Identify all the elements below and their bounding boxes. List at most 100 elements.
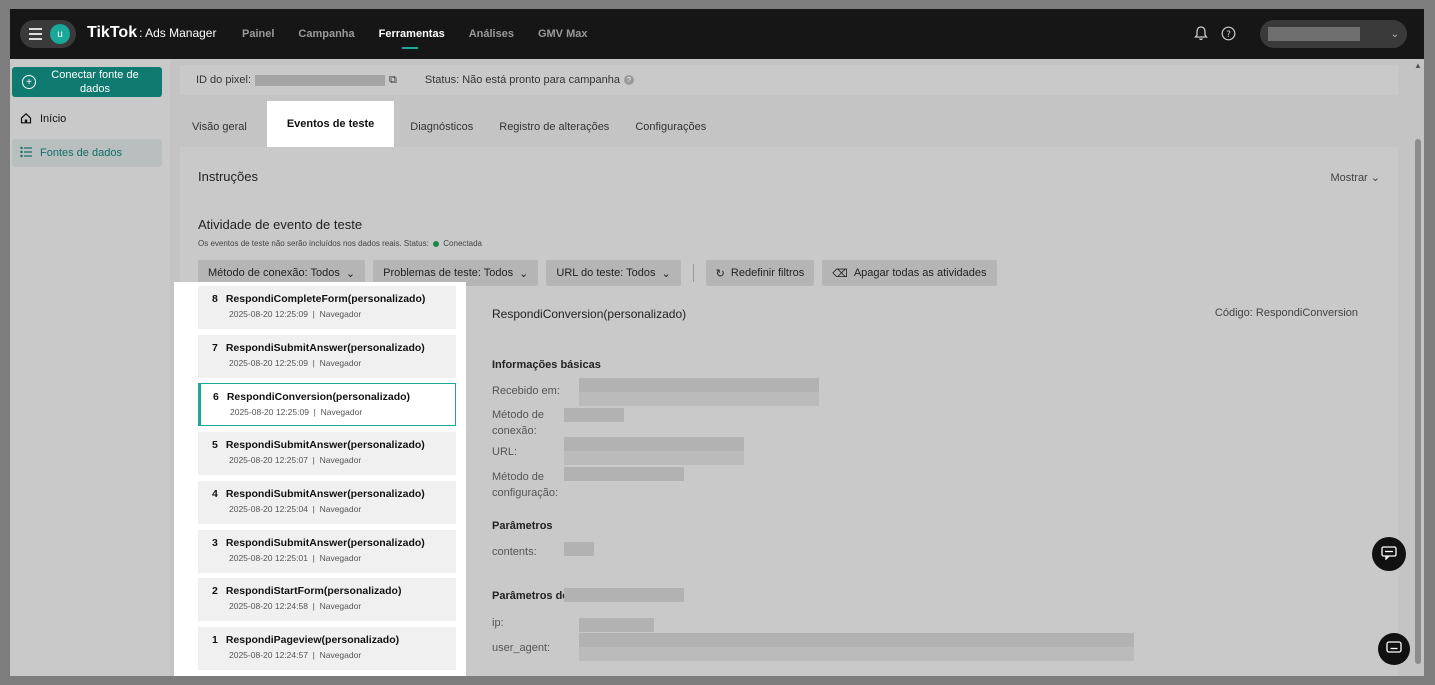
list-item[interactable]: 2 RespondiStartForm(personalizado) 2025-0… [198,578,456,621]
event-number: 8 [212,293,218,305]
plus-icon: + [22,75,36,89]
event-code: Código: RespondiConversion [1214,307,1358,319]
nav-analises[interactable]: Análises [469,9,514,59]
event-name: 4 RespondiSubmitAnswer(personalizado) [212,488,456,500]
clear-activities-label: Apagar todas as atividades [853,267,987,279]
tab-eventos-de-teste[interactable]: Eventos de teste [266,101,395,147]
event-meta: 2025-08-20 12:25:01 | Navegador [229,553,362,563]
help-icon[interactable]: ? [1219,24,1237,42]
account-switcher[interactable]: ⌄ [1260,20,1407,48]
redacted-value [564,588,684,602]
scrollbar-thumb[interactable] [1415,139,1421,664]
event-source: Navegador [320,407,363,417]
sidebar-item-fontes-de-dados[interactable]: Fontes de dados [12,139,162,167]
nav-ferramentas[interactable]: Ferramentas [379,9,445,59]
list-item[interactable]: 4 RespondiSubmitAnswer(personalizado) 202… [198,481,456,524]
redacted-value [579,647,1134,661]
filter-label: Método de conexão: Todos [208,267,340,279]
chevron-down-icon: ⌄ [1370,172,1380,184]
chevron-down-icon: ⌄ [519,267,529,280]
user-agent-label: user_agent: [492,642,551,654]
eraser-icon: ⌫ [832,267,848,280]
ip-label: ip: [492,617,504,629]
parameters-of-heading: Parâmetros de [492,590,569,602]
nav-painel[interactable]: Painel [242,9,274,59]
redacted-value [579,378,819,392]
event-number: 3 [212,537,218,549]
nav-campanha[interactable]: Campanha [298,9,354,59]
copy-icon[interactable]: ⧉ [389,74,397,87]
hamburger-icon [29,28,42,40]
feedback-chat-button[interactable] [1372,537,1406,571]
divider [692,264,694,282]
url-label: URL: [492,446,518,458]
activity-note: Os eventos de teste não serão incluídos … [198,239,429,248]
event-meta: 2025-08-20 12:25:09 | Navegador [229,358,362,368]
nav-gmv-max[interactable]: GMV Max [538,9,588,59]
page-scrollbar[interactable]: ▲ [1412,59,1424,676]
list-item[interactable]: 8 RespondiCompleteForm(personalizado) 202… [198,286,456,329]
list-item[interactable]: 3 RespondiSubmitAnswer(personalizado) 202… [198,530,456,573]
bell-icon[interactable] [1192,24,1210,42]
tab-configuracoes[interactable]: Configurações [635,107,706,147]
tab-registro-de-alteracoes[interactable]: Registro de alterações [499,107,609,147]
event-meta: 2025-08-20 12:24:58 | Navegador [229,601,362,611]
account-name-redacted [1268,27,1360,41]
connect-data-source-label: Conectar fonte de dados [51,69,139,95]
tab-diagnosticos[interactable]: Diagnósticos [410,107,473,147]
brand-subtitle: : Ads Manager [139,26,217,40]
refresh-icon: ↻ [715,267,725,280]
event-title: RespondiPageview(personalizado) [225,634,400,646]
event-source: Navegador [319,601,362,611]
event-name: 3 RespondiSubmitAnswer(personalizado) [212,537,456,549]
connect-data-source-button[interactable]: + Conectar fonte de dados [12,67,162,97]
list-item[interactable]: 5 RespondiSubmitAnswer(personalizado) 202… [198,432,456,475]
clear-activities-button[interactable]: ⌫ Apagar todas as atividades [822,260,997,286]
redacted-value [564,437,744,451]
show-label: Mostrar [1330,172,1368,184]
event-source: Navegador [319,455,362,465]
event-name: 7 RespondiSubmitAnswer(personalizado) [212,342,456,354]
list-icon [20,146,32,161]
event-number: 7 [212,342,218,354]
avatar: u [50,24,70,44]
show-instructions-toggle[interactable]: Mostrar ⌄ [1330,171,1380,184]
connection-method-label: Método de conexão: [492,409,544,437]
event-source: Navegador [319,358,362,368]
status-connected: Conectada [443,239,482,248]
redacted-value [579,618,654,632]
event-source: Navegador [319,650,362,660]
chat-icon [1381,545,1397,563]
brand-logo[interactable]: TikTok: Ads Manager [87,24,216,42]
menu-button[interactable]: u [20,20,76,48]
reset-filters-button[interactable]: ↻ Redefinir filtros [705,260,815,286]
event-name: 1 RespondiPageview(personalizado) [212,634,456,646]
scroll-up-icon[interactable]: ▲ [1414,61,1422,70]
brand-name: TikTok [87,24,138,41]
test-event-list: 8 RespondiCompleteForm(personalizado) 202… [174,282,466,676]
support-chat-button[interactable] [1378,633,1410,665]
test-url-filter[interactable]: URL do teste: Todos ⌄ [546,260,681,286]
pixel-id-redacted [255,74,386,86]
sidebar: + Conectar fonte de dados Início Fontes … [10,59,170,676]
top-navigation-bar: u TikTok: Ads Manager Painel Campanha Fe… [10,9,1424,59]
event-meta: 2025-08-20 12:25:09 | Navegador [230,407,363,417]
redacted-value [564,408,624,422]
list-item-selected[interactable]: 6 RespondiConversion(personalizado) 2025-… [198,383,456,426]
sidebar-item-inicio[interactable]: Início [12,105,162,133]
filter-label: URL do teste: Todos [556,267,656,279]
config-method-label: Método de configuração: [492,471,559,499]
list-item[interactable]: 7 RespondiSubmitAnswer(personalizado) 202… [198,335,456,378]
pixel-id-label: ID do pixel: [196,74,252,86]
event-source: Navegador [319,309,362,319]
list-item[interactable]: 1 RespondiPageview(personalizado) 2025-08… [198,627,456,670]
event-time: 2025-08-20 12:25:09 [229,309,308,319]
parameters-heading: Parâmetros [492,520,553,532]
event-number: 2 [212,585,218,597]
event-number: 6 [213,391,219,403]
event-title: RespondiConversion(personalizado) [226,391,411,403]
info-icon[interactable]: ? [623,75,634,85]
tab-visao-geral[interactable]: Visão geral [192,107,247,147]
pixel-info-bar: ID do pixel: ⧉ Status: Não está pronto p… [180,65,1398,95]
instructions-title: Instruções [198,169,258,184]
